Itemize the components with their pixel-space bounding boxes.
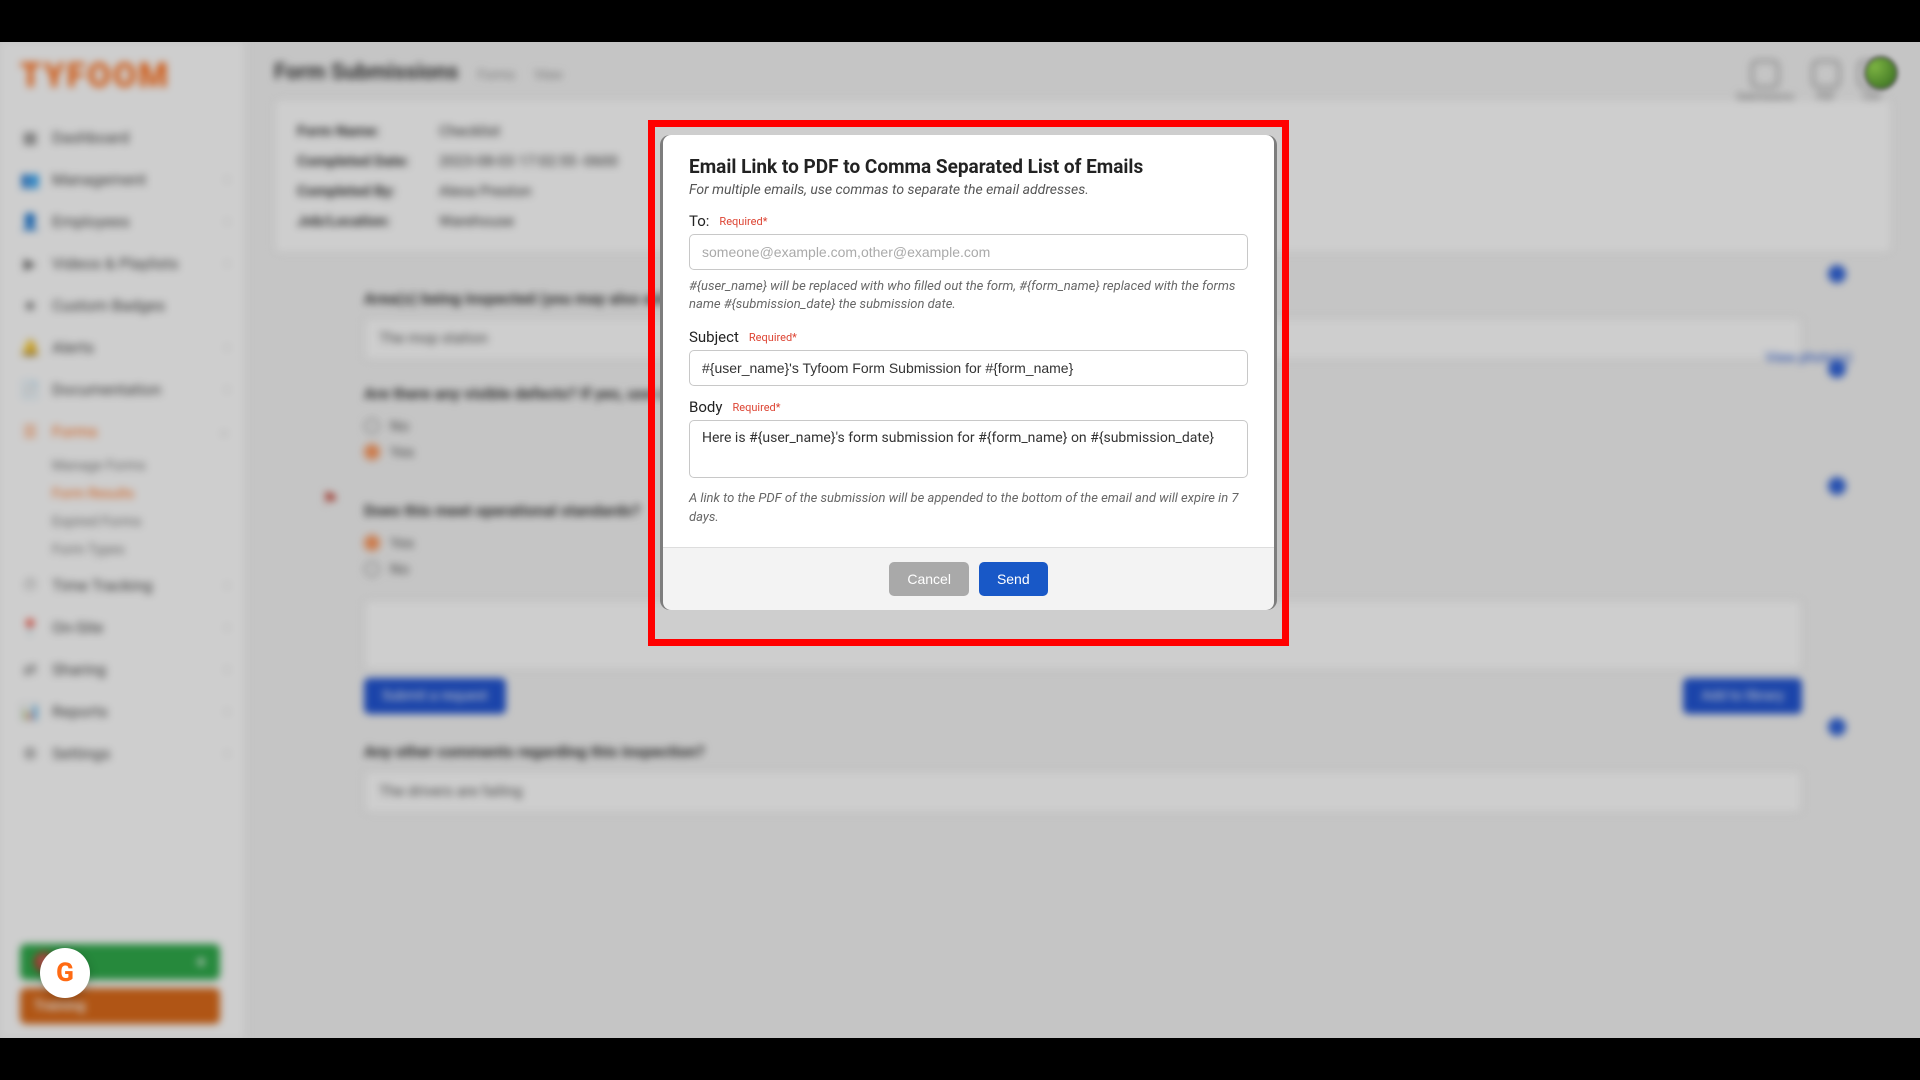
email-pdf-modal: Email Link to PDF to Comma Separated Lis… <box>660 132 1277 613</box>
cancel-button[interactable]: Cancel <box>889 562 969 596</box>
placeholder-hint: #{user_name} will be replaced with who f… <box>689 278 1248 314</box>
modal-footer: Cancel Send <box>663 547 1274 610</box>
required-tag: Required <box>732 401 780 414</box>
body-label: Body Required <box>689 398 1248 416</box>
to-label: To: Required <box>689 212 1248 230</box>
required-tag: Required <box>749 331 797 344</box>
modal-title: Email Link to PDF to Comma Separated Lis… <box>689 155 1248 178</box>
footer-hint: A link to the PDF of the submission will… <box>689 490 1248 526</box>
subject-input[interactable] <box>689 350 1248 386</box>
modal-subtitle: For multiple emails, use commas to separ… <box>689 182 1248 198</box>
body-input[interactable] <box>689 420 1248 478</box>
to-input[interactable] <box>689 234 1248 270</box>
send-button[interactable]: Send <box>979 562 1048 596</box>
required-tag: Required <box>719 215 767 228</box>
subject-label: Subject Required <box>689 328 1248 346</box>
